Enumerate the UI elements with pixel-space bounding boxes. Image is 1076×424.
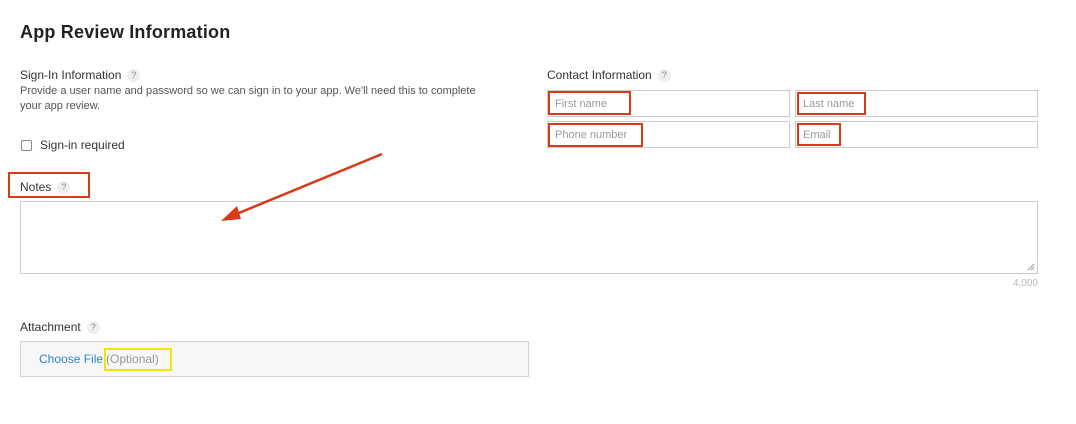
- annotation-box-email: [797, 123, 841, 146]
- attachment-help-icon[interactable]: ?: [86, 320, 100, 334]
- signin-required-label[interactable]: Sign-in required: [40, 138, 125, 152]
- annotation-box-optional: [104, 348, 172, 371]
- contact-section-label: Contact Information ?: [547, 68, 671, 82]
- signin-required-checkbox[interactable]: [21, 139, 32, 151]
- annotation-box-first-name: [548, 91, 631, 115]
- attachment-dropzone[interactable]: Choose File (Optional): [20, 341, 529, 377]
- resize-handle-icon[interactable]: [1027, 263, 1035, 271]
- signin-label-text: Sign-In Information: [20, 68, 122, 82]
- attachment-label-text: Attachment: [20, 320, 81, 334]
- annotation-box-notes: [8, 172, 90, 198]
- page-title: App Review Information: [20, 22, 231, 42]
- signin-section-label: Sign-In Information ?: [20, 68, 141, 82]
- contact-label-text: Contact Information: [547, 68, 652, 82]
- choose-file-button[interactable]: Choose File: [39, 352, 103, 366]
- signin-required-row[interactable]: Sign-in required: [20, 138, 125, 152]
- signin-help-icon[interactable]: ?: [127, 68, 141, 82]
- annotation-box-last-name: [797, 92, 866, 115]
- contact-help-icon[interactable]: ?: [657, 68, 671, 82]
- signin-description: Provide a user name and password so we c…: [20, 85, 476, 112]
- attachment-section-label: Attachment ?: [20, 320, 100, 334]
- annotation-box-phone-number: [548, 123, 643, 147]
- notes-char-counter: 4,000: [1012, 278, 1038, 289]
- notes-textarea[interactable]: [20, 201, 1038, 274]
